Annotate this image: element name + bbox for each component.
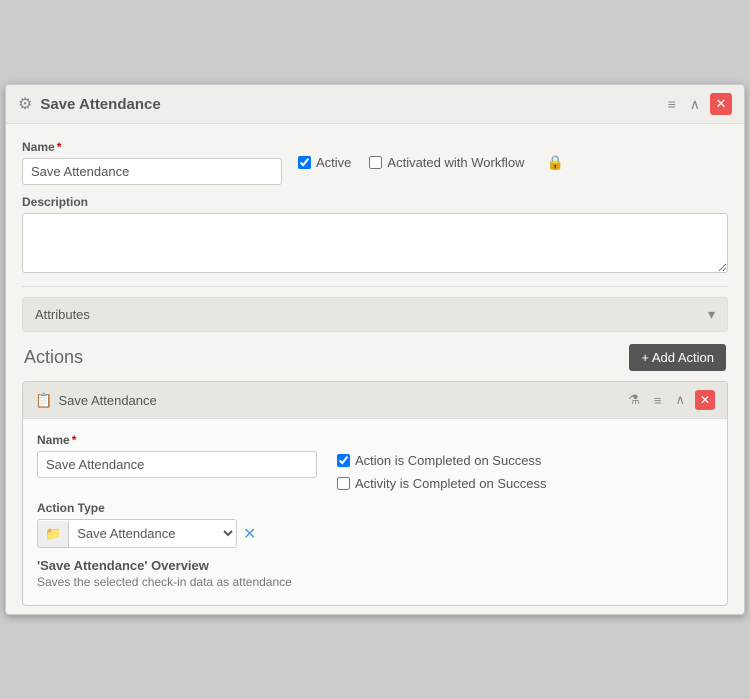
main-content: Name* Active Activated with Workflow 🔒 D…: [6, 124, 744, 614]
action-left: Name*: [37, 433, 317, 491]
activity-completed-checkbox-label[interactable]: Activity is Completed on Success: [337, 476, 713, 491]
activated-workflow-checkbox-label[interactable]: Activated with Workflow: [369, 155, 524, 170]
active-checkbox[interactable]: [298, 156, 311, 169]
overview-block: 'Save Attendance' Overview Saves the sel…: [37, 558, 713, 589]
window-icon: ⚙: [18, 94, 32, 114]
action-right: Action is Completed on Success Activity …: [337, 433, 713, 491]
window-title: Save Attendance: [40, 96, 160, 113]
action-checkboxes: Action is Completed on Success Activity …: [337, 453, 713, 491]
actions-header: Actions + Add Action: [22, 344, 728, 371]
attributes-chevron: ▾: [708, 306, 715, 323]
divider: [22, 286, 728, 287]
name-field-wrap: Name*: [22, 140, 282, 185]
name-label: Name*: [22, 140, 282, 154]
activated-workflow-checkbox[interactable]: [369, 156, 382, 169]
action-body-row: Name* Action is Completed on Success: [37, 433, 713, 491]
up-button[interactable]: ∧: [671, 390, 689, 410]
reorder-button[interactable]: ≡: [650, 391, 666, 410]
name-row: Name* Active Activated with Workflow 🔒: [22, 140, 728, 185]
action-type-select-container: 📁 Save Attendance: [37, 519, 237, 548]
overview-desc: Saves the selected check-in data as atte…: [37, 575, 713, 589]
action-type-clear-button[interactable]: ✕: [243, 524, 256, 544]
action-card-controls: ⚗ ≡ ∧ ✕: [624, 390, 715, 410]
menu-button[interactable]: ≡: [664, 94, 680, 114]
main-window: ⚙ Save Attendance ≡ ∧ ✕ Name* Active: [5, 84, 745, 615]
name-input[interactable]: [22, 158, 282, 185]
activity-completed-checkbox[interactable]: [337, 477, 350, 490]
action-card-name: Save Attendance: [58, 393, 156, 408]
description-textarea[interactable]: [22, 213, 728, 273]
action-card-title: 📋 Save Attendance: [35, 392, 157, 409]
action-completed-checkbox-label[interactable]: Action is Completed on Success: [337, 453, 713, 468]
checkbox-group: Active Activated with Workflow 🔒: [298, 154, 728, 171]
action-type-select-wrap: 📁 Save Attendance ✕: [37, 519, 713, 548]
action-card-icon: 📋: [35, 392, 52, 409]
action-type-label: Action Type: [37, 501, 713, 515]
title-bar: ⚙ Save Attendance ≡ ∧ ✕: [6, 85, 744, 124]
attributes-section[interactable]: Attributes ▾: [22, 297, 728, 332]
description-label: Description: [22, 195, 728, 209]
action-close-button[interactable]: ✕: [695, 390, 715, 410]
filter-button[interactable]: ⚗: [624, 390, 644, 410]
action-type-section: Action Type 📁 Save Attendance ✕: [37, 501, 713, 548]
add-action-button[interactable]: + Add Action: [629, 344, 726, 371]
action-name-input[interactable]: [37, 451, 317, 478]
actions-title: Actions: [24, 347, 83, 368]
action-card: 📋 Save Attendance ⚗ ≡ ∧ ✕ Name*: [22, 381, 728, 606]
active-checkbox-label[interactable]: Active: [298, 155, 351, 170]
action-type-select[interactable]: Save Attendance: [69, 520, 236, 547]
collapse-button[interactable]: ∧: [686, 94, 704, 115]
action-card-body: Name* Action is Completed on Success: [23, 419, 727, 605]
lock-icon: 🔒: [546, 154, 563, 171]
close-button[interactable]: ✕: [710, 93, 732, 115]
overview-title: 'Save Attendance' Overview: [37, 558, 713, 573]
action-name-label: Name*: [37, 433, 317, 447]
action-card-header: 📋 Save Attendance ⚗ ≡ ∧ ✕: [23, 382, 727, 419]
attributes-label: Attributes: [35, 307, 90, 322]
action-type-select-icon: 📁: [38, 521, 69, 547]
title-bar-left: ⚙ Save Attendance: [18, 94, 161, 114]
title-bar-right: ≡ ∧ ✕: [664, 93, 732, 115]
action-completed-checkbox[interactable]: [337, 454, 350, 467]
description-section: Description: [22, 195, 728, 276]
